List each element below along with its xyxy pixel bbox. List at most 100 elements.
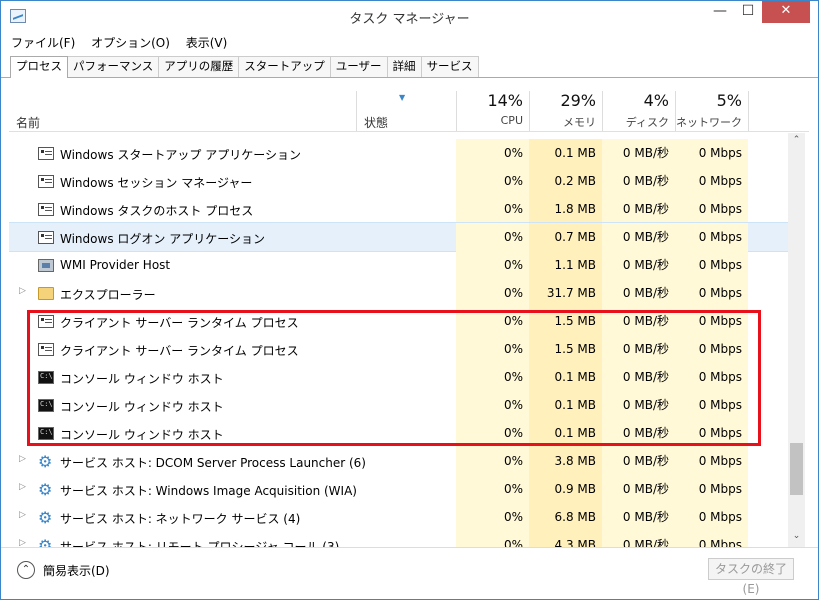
chevron-up-icon[interactable]: ⌃ bbox=[17, 561, 35, 579]
process-row[interactable]: Windows スタートアップ アプリケーション 0% 0.1 MB 0 MB/秒 0 … bbox=[9, 139, 789, 167]
scroll-up-icon[interactable]: ⌃ bbox=[788, 135, 805, 149]
tab-bar: プロセス パフォーマンス アプリの履歴 スタートアップ ユーザー 詳細 サービス bbox=[10, 56, 479, 78]
expand-arrow-icon[interactable]: ▷ bbox=[19, 454, 26, 464]
disk-cell: 0 MB/秒 bbox=[602, 307, 675, 335]
tab-services[interactable]: サービス bbox=[420, 56, 479, 77]
process-name: クライアント サーバー ランタイム プロセス bbox=[60, 344, 299, 358]
disk-cell: 0 MB/秒 bbox=[602, 195, 675, 223]
process-name: コンソール ウィンドウ ホスト bbox=[60, 372, 224, 386]
tab-processes[interactable]: プロセス bbox=[10, 56, 68, 78]
cpu-cell: 0% bbox=[456, 447, 529, 475]
tab-performance[interactable]: パフォーマンス bbox=[67, 56, 160, 77]
network-cell: 0 Mbps bbox=[675, 447, 748, 475]
cpu-cell: 0% bbox=[456, 503, 529, 531]
menu-file[interactable]: ファイル(F) bbox=[11, 34, 75, 51]
disk-label: ディスク bbox=[625, 116, 669, 129]
minimize-button[interactable]: — bbox=[706, 1, 734, 23]
column-status[interactable]: 状態 bbox=[364, 114, 388, 131]
process-row[interactable]: ▷ サービス ホスト: DCOM Server Process Launcher … bbox=[9, 447, 789, 475]
memory-cell: 1.8 MB bbox=[529, 195, 602, 223]
network-cell: 0 Mbps bbox=[675, 335, 748, 363]
process-row[interactable]: クライアント サーバー ランタイム プロセス 0% 1.5 MB 0 MB/秒 0 Mb… bbox=[9, 307, 789, 335]
disk-cell: 0 MB/秒 bbox=[602, 335, 675, 363]
memory-percent: 29% bbox=[560, 91, 596, 110]
network-label: ネットワーク bbox=[676, 116, 742, 129]
process-row[interactable]: ▷サービス ホスト: リモート プロシージャ コール (3)0%4.3 MB0 … bbox=[9, 531, 789, 547]
end-task-button[interactable]: タスクの終了(E) bbox=[708, 558, 794, 596]
tab-startup[interactable]: スタートアップ bbox=[238, 56, 331, 77]
memory-cell: 1.5 MB bbox=[529, 335, 602, 363]
column-name[interactable]: 名前 bbox=[16, 114, 40, 131]
cpu-cell: 0% bbox=[456, 475, 529, 503]
wmi-icon bbox=[38, 259, 54, 272]
gear-icon bbox=[38, 480, 54, 499]
process-row[interactable]: コンソール ウィンドウ ホスト 0%0.1 MB0 MB/秒0 Mbps bbox=[9, 391, 789, 419]
fewer-details-link[interactable]: 簡易表示(D) bbox=[43, 562, 110, 579]
expand-arrow-icon[interactable]: ▷ bbox=[19, 286, 26, 296]
process-row[interactable]: コンソール ウィンドウ ホスト 0%0.1 MB0 MB/秒0 Mbps bbox=[9, 419, 789, 447]
disk-cell: 0 MB/秒 bbox=[602, 223, 675, 251]
menu-view[interactable]: 表示(V) bbox=[186, 34, 228, 51]
cpu-cell: 0% bbox=[456, 167, 529, 195]
menu-bar: ファイル(F) オプション(O) 表示(V) bbox=[11, 34, 239, 52]
cpu-cell: 0% bbox=[456, 419, 529, 447]
process-row[interactable]: Windows セッション マネージャー 0% 0.2 MB 0 MB/秒 0 Mbps bbox=[9, 167, 789, 195]
disk-cell: 0 MB/秒 bbox=[602, 167, 675, 195]
process-row[interactable]: クライアント サーバー ランタイム プロセス 0% 1.5 MB 0 MB/秒 0 Mb… bbox=[9, 335, 789, 363]
process-row[interactable]: Windows ログオン アプリケーション 0% 0.7 MB 0 MB/秒 0 Mbp… bbox=[9, 222, 789, 252]
scroll-down-icon[interactable]: ⌄ bbox=[788, 531, 805, 545]
tab-users[interactable]: ユーザー bbox=[329, 56, 388, 77]
disk-cell: 0 MB/秒 bbox=[602, 447, 675, 475]
close-button[interactable]: ✕ bbox=[762, 1, 810, 23]
cpu-cell: 0% bbox=[456, 391, 529, 419]
expand-arrow-icon[interactable]: ▷ bbox=[19, 482, 26, 492]
process-name: サービス ホスト: ネットワーク サービス (4) bbox=[60, 512, 301, 526]
process-row[interactable]: コンソール ウィンドウ ホスト 0%0.1 MB0 MB/秒0 Mbps bbox=[9, 363, 789, 391]
vertical-scrollbar[interactable]: ⌃ ⌄ bbox=[788, 133, 805, 547]
memory-cell: 0.1 MB bbox=[529, 363, 602, 391]
disk-cell: 0 MB/秒 bbox=[602, 279, 675, 307]
cpu-percent: 14% bbox=[487, 91, 523, 110]
process-row[interactable]: ▷ サービス ホスト: ネットワーク サービス (4) 0%6.8 MB0 MB/秒… bbox=[9, 503, 789, 531]
window-icon bbox=[38, 343, 54, 356]
tab-app-history[interactable]: アプリの履歴 bbox=[158, 56, 240, 77]
window-icon bbox=[38, 231, 54, 244]
header-divider bbox=[9, 131, 809, 132]
column-cpu[interactable]: 14% CPU bbox=[456, 91, 529, 131]
cpu-cell: 0% bbox=[456, 531, 529, 547]
memory-cell: 1.1 MB bbox=[529, 251, 602, 279]
memory-cell: 0.7 MB bbox=[529, 223, 602, 251]
column-disk[interactable]: 4% ディスク bbox=[602, 91, 675, 131]
process-name: コンソール ウィンドウ ホスト bbox=[60, 400, 224, 414]
process-name: Windows ログオン アプリケーション bbox=[60, 232, 265, 246]
process-row[interactable]: Windows タスクのホスト プロセス 0% 1.8 MB 0 MB/秒 0 Mbps bbox=[9, 195, 789, 223]
column-memory[interactable]: 29% メモリ bbox=[529, 91, 602, 131]
process-row[interactable]: ▷ エクスプローラー 0% 31.7 MB 0 MB/秒 0 Mbps bbox=[9, 279, 789, 307]
footer-bar: ⌃ 簡易表示(D) タスクの終了(E) bbox=[1, 547, 818, 599]
folder-icon bbox=[38, 287, 54, 300]
tab-details[interactable]: 詳細 bbox=[386, 56, 422, 77]
expand-arrow-icon[interactable]: ▷ bbox=[19, 510, 26, 520]
memory-cell: 3.8 MB bbox=[529, 447, 602, 475]
maximize-button[interactable]: ☐ bbox=[734, 1, 762, 23]
process-row[interactable]: WMI Provider Host 0% 1.1 MB 0 MB/秒 0 Mbps bbox=[9, 251, 789, 279]
window-icon bbox=[38, 175, 54, 188]
disk-cell: 0 MB/秒 bbox=[602, 139, 675, 167]
process-name: Windows タスクのホスト プロセス bbox=[60, 204, 254, 218]
scroll-thumb[interactable] bbox=[790, 443, 803, 495]
process-row[interactable]: ▷ サービス ホスト: Windows Image Acquisition (WI… bbox=[9, 475, 789, 503]
expand-arrow-icon[interactable]: ▷ bbox=[19, 538, 26, 547]
process-name: サービス ホスト: DCOM Server Process Launcher (… bbox=[60, 456, 366, 470]
gear-icon bbox=[38, 452, 54, 471]
column-divider bbox=[748, 91, 749, 131]
menu-options[interactable]: オプション(O) bbox=[91, 34, 170, 51]
cpu-cell: 0% bbox=[456, 307, 529, 335]
disk-cell: 0 MB/秒 bbox=[602, 391, 675, 419]
network-percent: 5% bbox=[716, 91, 742, 110]
column-divider bbox=[356, 91, 357, 131]
cpu-cell: 0% bbox=[456, 195, 529, 223]
disk-percent: 4% bbox=[643, 91, 669, 110]
column-network[interactable]: 5% ネットワーク bbox=[675, 91, 748, 131]
memory-cell: 0.1 MB bbox=[529, 419, 602, 447]
memory-cell: 0.1 MB bbox=[529, 139, 602, 167]
